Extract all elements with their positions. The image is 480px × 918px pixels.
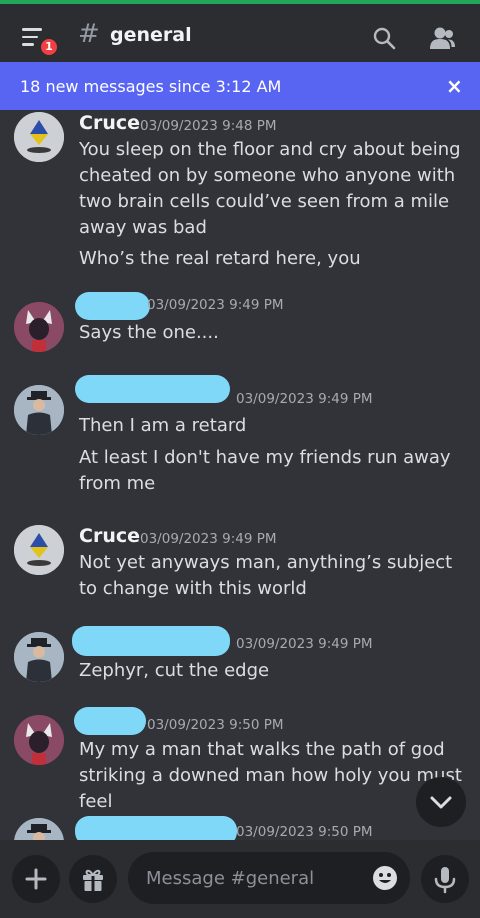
avatar[interactable] — [14, 632, 64, 682]
jump-to-present-button[interactable] — [416, 777, 466, 827]
message-text: Then I am a retard — [79, 415, 247, 436]
message-item: Cruce 03/09/2023 9:49 PM Not yet anyways… — [0, 523, 480, 613]
gift-icon — [83, 869, 103, 891]
avatar[interactable] — [14, 818, 64, 840]
message-item: 03/09/2023 9:50 PM My my a man that walk… — [0, 707, 480, 812]
message-text: Zephyr, cut the edge — [79, 660, 270, 681]
redacted-username — [75, 816, 237, 840]
new-messages-banner[interactable]: 18 new messages since 3:12 AM × — [0, 62, 480, 110]
redacted-username — [75, 292, 150, 320]
avatar[interactable] — [14, 112, 64, 162]
notification-badge: 1 — [39, 37, 59, 57]
message-text: My my a man that walks the path of god s… — [79, 739, 462, 812]
message-composer — [0, 840, 480, 918]
message-item: 03/09/2023 9:50 PM — [0, 816, 480, 840]
new-messages-text: 18 new messages since 3:12 AM — [20, 77, 282, 96]
message-input[interactable] — [128, 852, 410, 904]
search-icon[interactable] — [372, 26, 396, 50]
message-timestamp: 03/09/2023 9:49 PM — [236, 391, 373, 407]
message-text: Not yet anyways man, anything’s subject … — [79, 552, 453, 599]
message-item: 03/09/2023 9:49 PM Then I am a retard At… — [0, 375, 480, 503]
message-item: 03/09/2023 9:49 PM Says the one.... — [0, 292, 480, 360]
close-icon[interactable]: × — [446, 74, 463, 98]
microphone-icon — [434, 867, 456, 894]
avatar[interactable] — [14, 715, 64, 765]
message-text: Who’s the real retard here, you — [79, 248, 361, 269]
message-item: 03/09/2023 9:49 PM Zephyr, cut the edge — [0, 626, 480, 690]
message-item: Cruce 03/09/2023 9:48 PM You sleep on th… — [0, 110, 480, 285]
avatar[interactable] — [14, 302, 64, 352]
emoji-icon[interactable] — [372, 865, 398, 891]
redacted-username — [72, 626, 230, 656]
message-text: Says the one.... — [79, 322, 219, 343]
message-timestamp: 03/09/2023 9:49 PM — [147, 297, 284, 313]
attach-button[interactable] — [12, 855, 60, 903]
message-timestamp: 03/09/2023 9:49 PM — [236, 636, 373, 652]
message-timestamp: 03/09/2023 9:50 PM — [147, 717, 284, 733]
chevron-down-icon — [430, 796, 452, 809]
members-icon[interactable] — [428, 26, 456, 50]
plus-icon — [25, 868, 47, 890]
avatar[interactable] — [14, 525, 64, 575]
message-list[interactable]: Cruce 03/09/2023 9:48 PM You sleep on th… — [0, 110, 480, 840]
message-text: You sleep on the floor and cry about bei… — [79, 139, 461, 238]
message-timestamp: 03/09/2023 9:48 PM — [140, 118, 277, 134]
channel-title[interactable]: general — [110, 24, 192, 46]
voice-message-button[interactable] — [421, 855, 469, 903]
message-author[interactable]: Cruce — [79, 525, 140, 547]
channel-header: 1 # general — [0, 0, 480, 62]
redacted-username — [75, 375, 230, 403]
message-text: At least I don't have my friends run awa… — [79, 447, 451, 494]
message-author[interactable]: Cruce — [79, 112, 140, 134]
gift-button[interactable] — [69, 855, 117, 903]
redacted-username — [74, 707, 146, 735]
message-timestamp: 03/09/2023 9:50 PM — [236, 824, 373, 840]
channel-hash-icon: # — [78, 19, 100, 49]
message-timestamp: 03/09/2023 9:49 PM — [140, 531, 277, 547]
avatar[interactable] — [14, 385, 64, 435]
